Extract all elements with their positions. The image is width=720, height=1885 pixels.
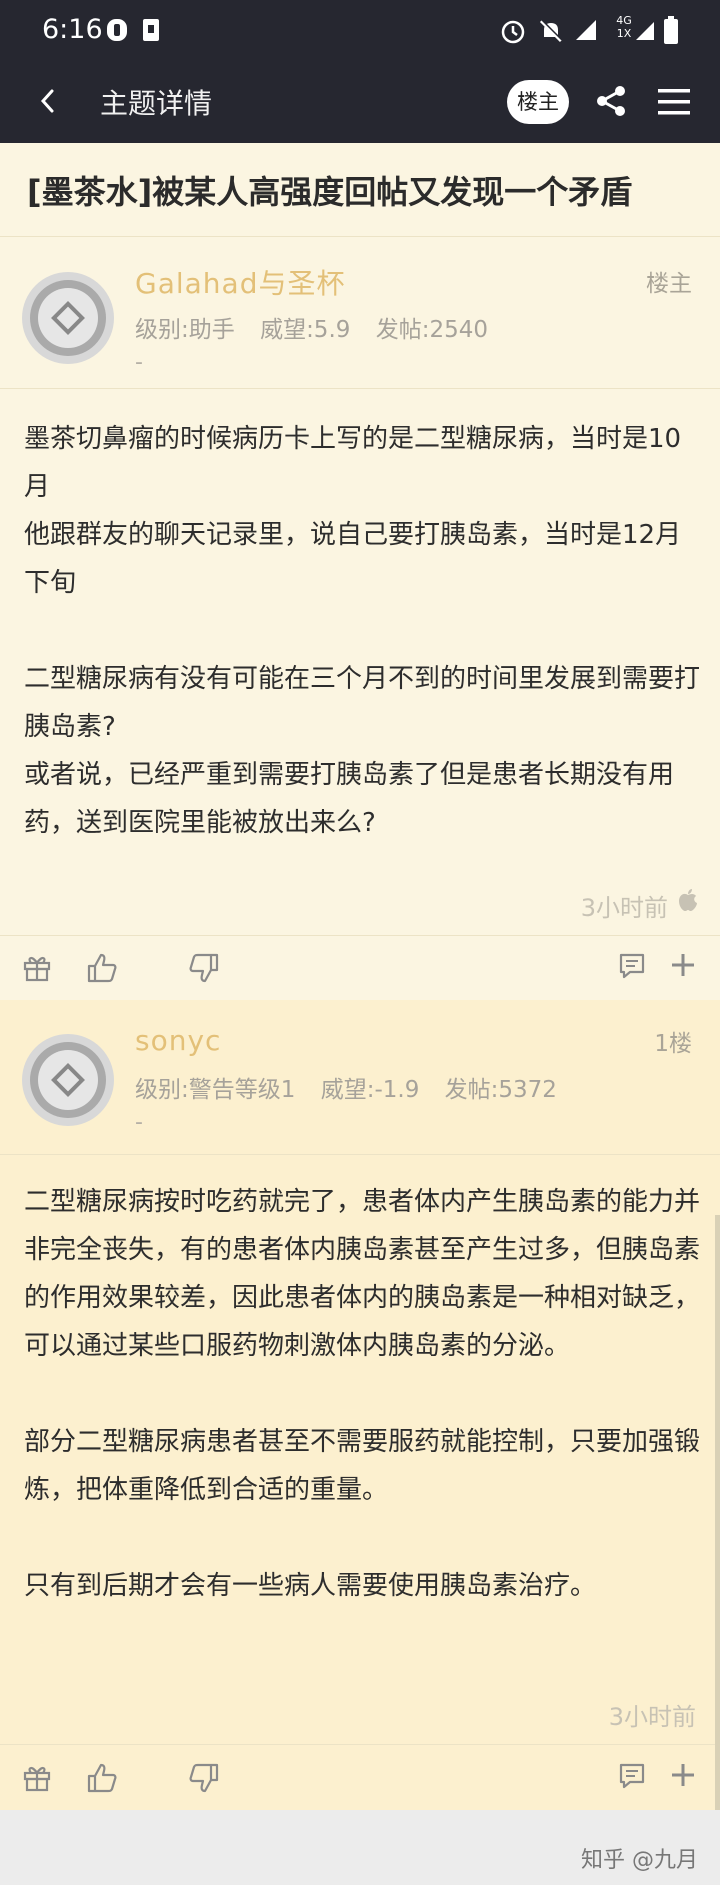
post-paragraph: 部分二型糖尿病患者甚至不需要服药就能控制，只要加强锻炼，把体重降低到合适的重量。 (24, 1427, 701, 1505)
author-prestige: 威望:5.9 (260, 317, 351, 343)
post-actions (0, 1748, 720, 1808)
author-signature: - (135, 350, 143, 375)
watermark: 知乎 @九月 (581, 1848, 698, 1873)
post-paragraph: 墨茶切鼻瘤的时候病历卡上写的是二型糖尿病，当时是10月 (24, 424, 682, 502)
signal-2-icon (636, 22, 654, 40)
sim-icon (143, 19, 159, 41)
thumbs-down-icon[interactable] (188, 952, 220, 984)
divider (0, 935, 720, 936)
post-time: 3小时前 (608, 1703, 696, 1731)
post-item: sonyc 级别:警告等级1 威望:-1.9 发帖:5372 - 1楼 二型糖尿… (0, 1000, 720, 1810)
comment-icon[interactable] (618, 1762, 646, 1790)
author-name[interactable]: sonyc (135, 1024, 221, 1057)
back-arrow-icon[interactable] (34, 86, 64, 116)
menu-icon[interactable] (658, 88, 690, 116)
plus-icon[interactable] (670, 1762, 696, 1788)
divider (0, 1744, 720, 1745)
footer: 知乎 @九月 (0, 1810, 720, 1885)
thread-title: [墨茶水]被某人高强度回帖又发现一个矛盾 (27, 173, 633, 211)
post-paragraph: 他跟群友的聊天记录里，说自己要打胰岛素，当时是12月下旬 (24, 520, 682, 598)
status-time: 6:16 (42, 14, 103, 45)
alarm-icon (501, 20, 525, 44)
divider (0, 388, 720, 389)
post-actions (0, 938, 720, 998)
gift-icon[interactable] (22, 1762, 52, 1792)
divider (0, 1154, 720, 1155)
thumbs-up-icon[interactable] (86, 952, 118, 984)
author-meta: 级别:警告等级1 威望:-1.9 发帖:5372 (135, 1070, 557, 1104)
post-paragraph-gap (24, 1370, 700, 1418)
gift-icon[interactable] (22, 952, 52, 982)
post-content: 墨茶切鼻瘤的时候病历卡上写的是二型糖尿病，当时是10月 他跟群友的聊天记录里，说… (24, 415, 700, 847)
app-bar: 主题详情 楼主 (0, 60, 720, 143)
post-paragraph: 二型糖尿病按时吃药就完了，患者体内产生胰岛素的能力并非完全丧失，有的患者体内胰岛… (24, 1187, 701, 1361)
floor-label: 楼主 (646, 271, 692, 297)
author-name[interactable]: Galahad与圣杯 (135, 262, 345, 302)
post-item: Galahad与圣杯 级别:助手 威望:5.9 发帖:2540 - 楼主 墨茶切… (0, 236, 720, 998)
mute-icon (539, 19, 563, 43)
owner-only-button[interactable]: 楼主 (507, 80, 569, 124)
battery-icon (664, 16, 678, 44)
post-paragraph: 二型糖尿病有没有可能在三个月不到的时间里发展到需要打胰岛素? (24, 664, 701, 742)
comment-icon[interactable] (618, 952, 646, 980)
page-title: 主题详情 (100, 87, 213, 120)
author-post-count: 发帖:2540 (375, 317, 488, 343)
author-signature: - (135, 1110, 143, 1135)
avatar[interactable] (20, 270, 116, 366)
post-paragraph-gap (24, 1514, 700, 1562)
scrollbar[interactable] (715, 1215, 720, 1810)
apple-icon (679, 889, 697, 911)
notification-icon (107, 19, 127, 41)
author-post-count: 发帖:5372 (444, 1077, 557, 1103)
author-prestige: 威望:-1.9 (320, 1077, 420, 1103)
author-meta: 级别:助手 威望:5.9 发帖:2540 (135, 310, 488, 344)
thumbs-up-icon[interactable] (86, 1762, 118, 1794)
plus-icon[interactable] (670, 952, 696, 978)
post-paragraph-gap (24, 607, 700, 655)
share-icon[interactable] (594, 84, 628, 118)
post-time: 3小时前 (580, 894, 668, 922)
post-paragraph: 或者说，已经严重到需要打胰岛素了但是患者长期没有用药，送到医院里能被放出来么? (24, 760, 675, 838)
avatar[interactable] (20, 1032, 116, 1128)
signal-icon (576, 20, 596, 40)
post-header: sonyc 级别:警告等级1 威望:-1.9 发帖:5372 - 1楼 (0, 1000, 720, 1152)
floor-label: 1楼 (654, 1031, 692, 1057)
post-paragraph: 只有到后期才会有一些病人需要使用胰岛素治疗。 (24, 1571, 597, 1601)
post-header: Galahad与圣杯 级别:助手 威望:5.9 发帖:2540 - 楼主 (0, 236, 720, 388)
author-level: 级别:警告等级1 (135, 1077, 296, 1103)
status-bar: 6:16 4G 1X (0, 0, 720, 60)
post-content: 二型糖尿病按时吃药就完了，患者体内产生胰岛素的能力并非完全丧失，有的患者体内胰岛… (24, 1178, 700, 1610)
thumbs-down-icon[interactable] (188, 1762, 220, 1794)
author-level: 级别:助手 (135, 317, 235, 343)
